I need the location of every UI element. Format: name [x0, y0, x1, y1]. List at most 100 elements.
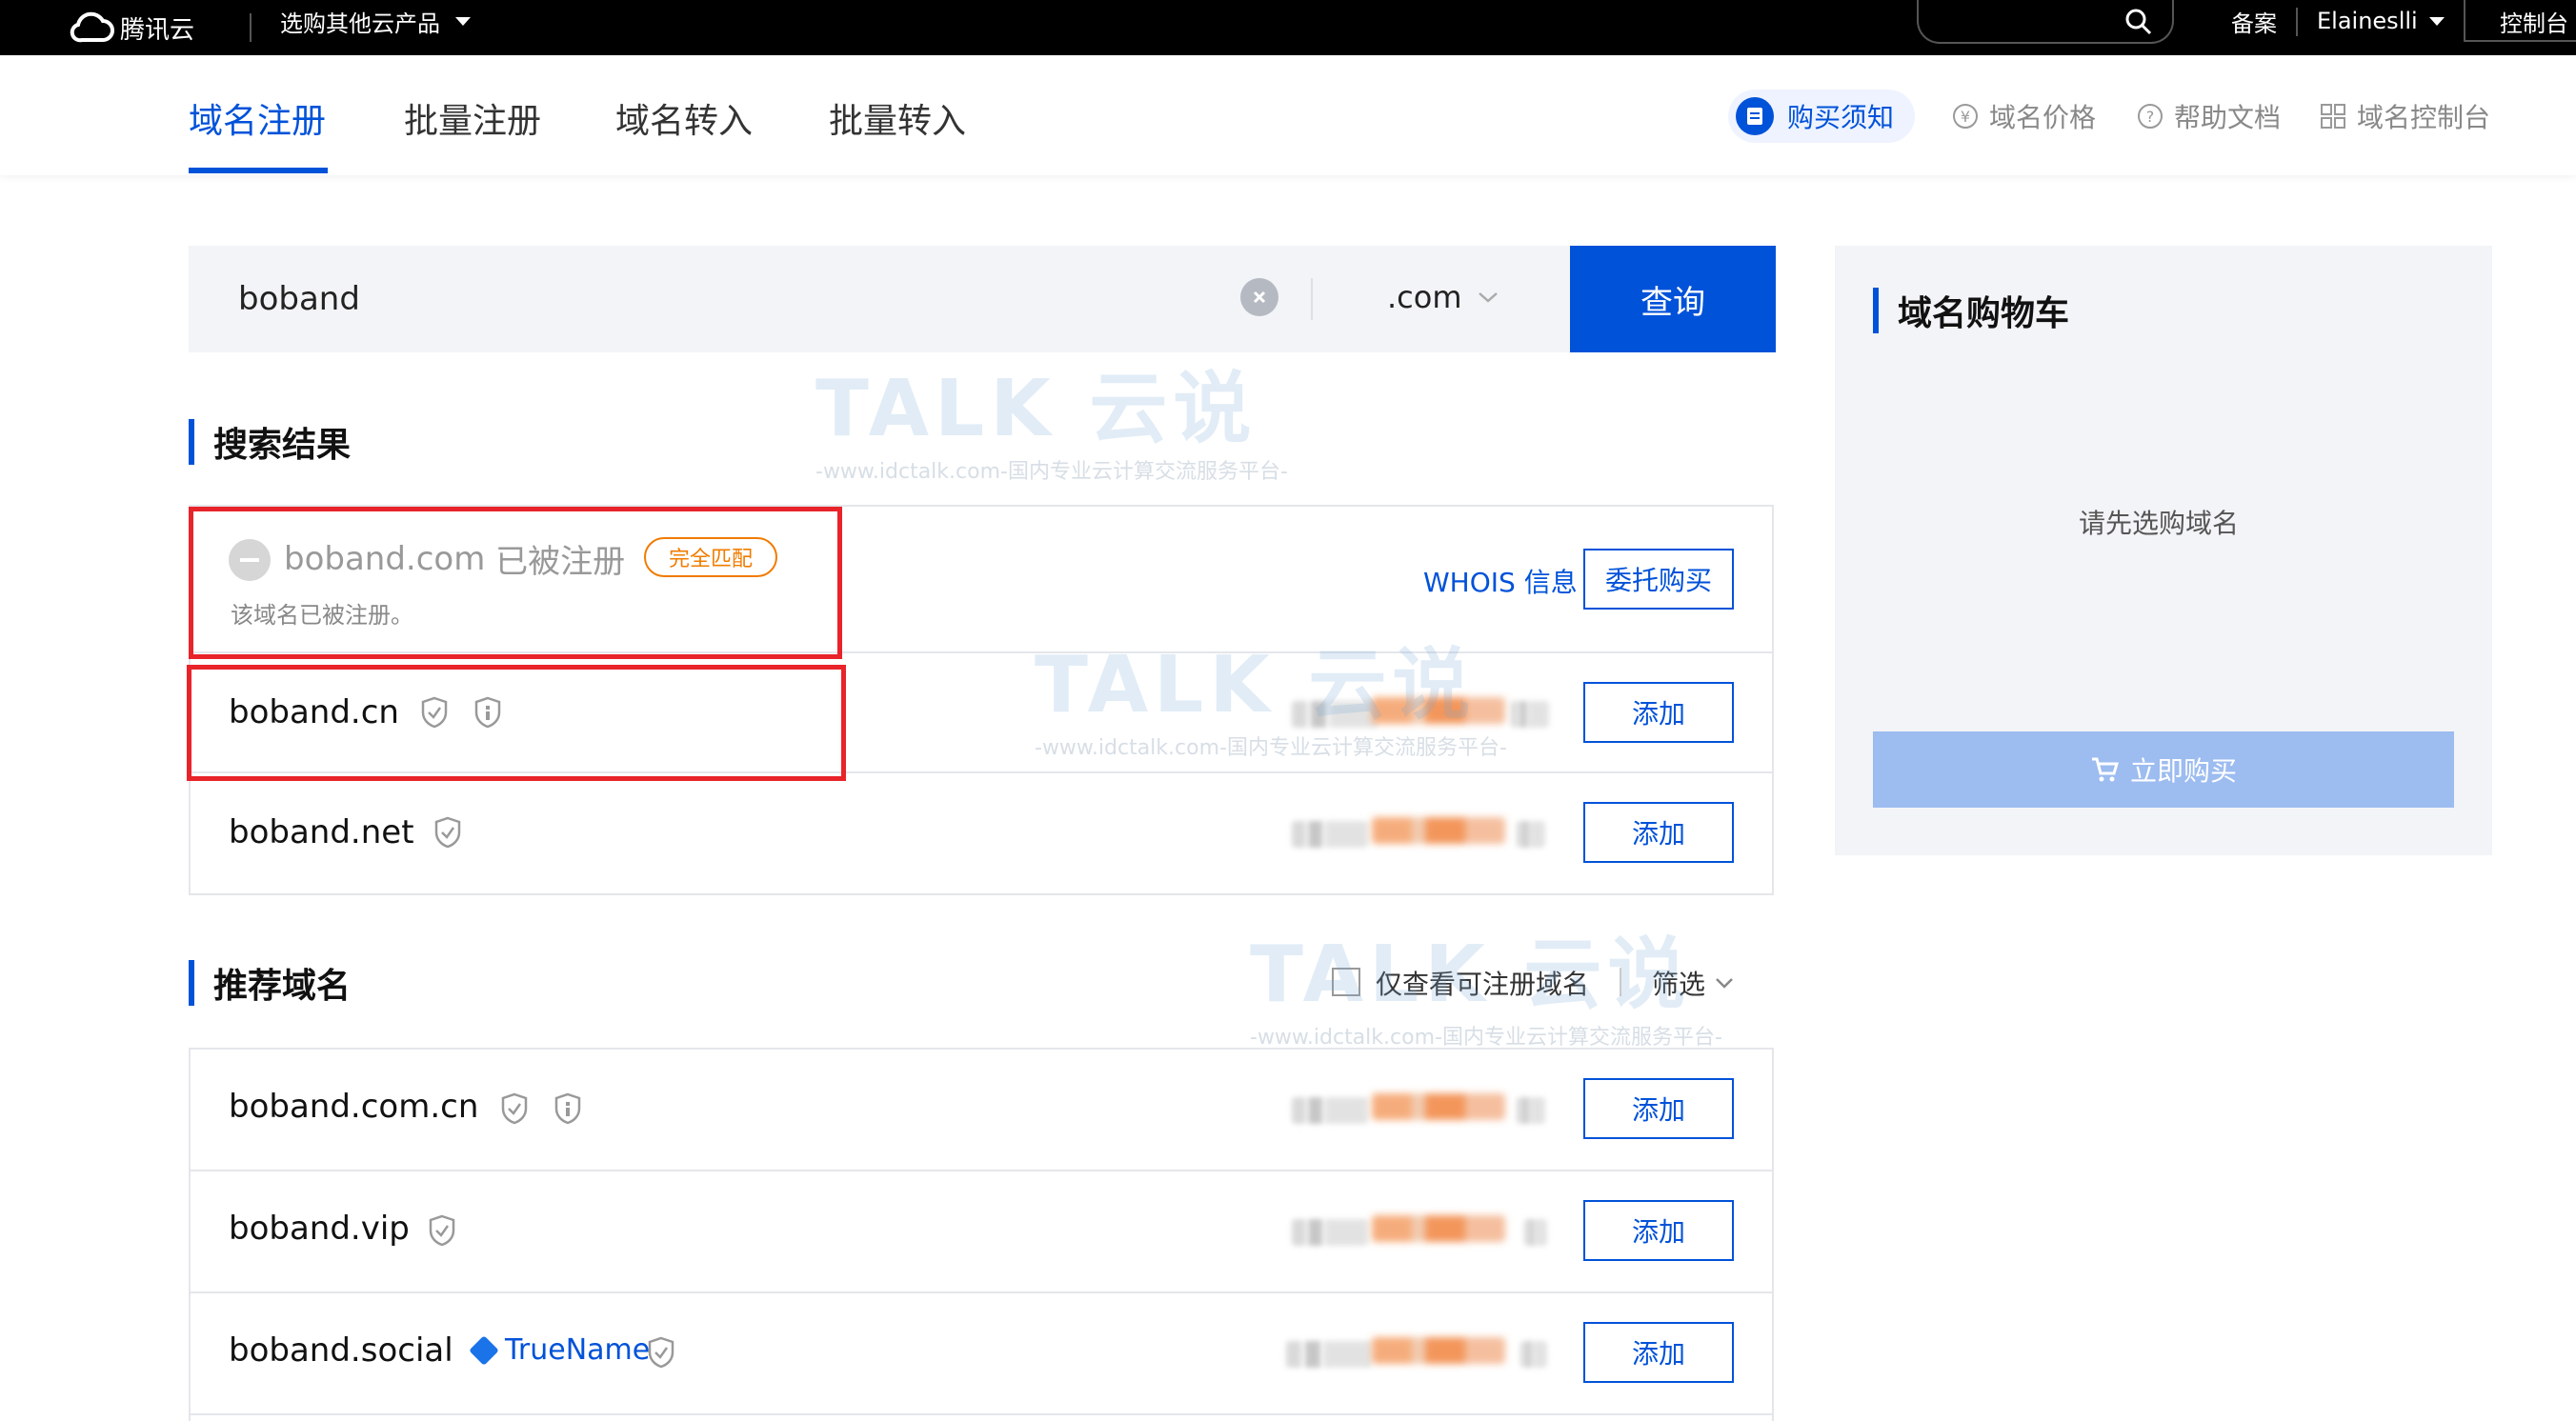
chevron-down-icon: [1478, 292, 1498, 303]
global-search-input[interactable]: [1917, 0, 2174, 44]
top-nav-bar: 腾讯云 选购其他云产品 备案 Elaineslli 控制台: [0, 0, 2576, 55]
row-divider: [191, 1170, 1772, 1171]
tab-batch-transfer[interactable]: 批量转入: [829, 93, 966, 143]
cart-icon: [2091, 757, 2119, 782]
search-icon: [2125, 9, 2152, 35]
available-only-checkbox[interactable]: [1332, 968, 1360, 996]
cloud-logo-icon: [70, 11, 114, 43]
row-divider: [191, 1291, 1772, 1293]
divider: [1311, 278, 1313, 320]
tencent-cloud-logo[interactable]: 腾讯云: [69, 6, 194, 50]
add-button[interactable]: 添加: [1583, 682, 1734, 743]
price-blur: [1292, 1219, 1368, 1246]
title-accent-bar: [189, 960, 194, 1006]
price-blur: [1372, 1337, 1505, 1364]
divider: [250, 13, 252, 42]
truename-logo-icon: [469, 1334, 499, 1366]
chevron-down-icon: [2428, 16, 2445, 26]
buy-now-button[interactable]: 立即购买: [1873, 731, 2454, 808]
price-blur: [1517, 821, 1545, 848]
add-button[interactable]: 添加: [1583, 1200, 1734, 1261]
clear-icon[interactable]: [1240, 278, 1278, 316]
grid-icon: [2321, 104, 2345, 129]
price-blur: [1372, 817, 1505, 844]
whois-link[interactable]: WHOIS 信息: [1423, 562, 1578, 600]
console-link[interactable]: 控制台: [2500, 0, 2568, 42]
recommend-label: 推荐域名: [213, 967, 352, 1006]
highlight-box: [187, 665, 846, 781]
svg-text:?: ?: [2146, 108, 2155, 126]
help-docs-link[interactable]: ? 帮助文档: [2136, 97, 2281, 135]
row-divider: [191, 1413, 1772, 1415]
filing-link[interactable]: 备案: [2231, 0, 2277, 42]
user-menu[interactable]: Elaineslli: [2317, 0, 2445, 42]
notice-label: 购买须知: [1787, 102, 1895, 133]
shield-check-icon: [434, 816, 461, 849]
domain-search-box: boband: [189, 246, 1572, 352]
price-blur: [1511, 701, 1549, 728]
truename-label: TrueName: [505, 1333, 651, 1367]
filter-dropdown[interactable]: 筛选: [1652, 964, 1734, 1002]
tab-domain-register[interactable]: 域名注册: [189, 93, 326, 143]
price-blur: [1517, 1097, 1545, 1124]
purchase-notice-button[interactable]: 购买须知: [1728, 90, 1915, 143]
svg-text:¥: ¥: [1961, 108, 1970, 126]
notice-icon: [1736, 97, 1774, 135]
query-button[interactable]: 查询: [1570, 246, 1776, 352]
divider: [1620, 968, 1621, 996]
domain-search-input[interactable]: boband: [238, 246, 360, 352]
chevron-down-icon: [1716, 978, 1733, 989]
truename-tag: TrueName: [469, 1333, 651, 1367]
tab-domain-transfer[interactable]: 域名转入: [615, 93, 753, 143]
buy-now-label: 立即购买: [2129, 755, 2237, 787]
domain-com-cn: boband.com.cn: [229, 1088, 479, 1126]
shield-check-icon: [429, 1214, 455, 1247]
add-button[interactable]: 添加: [1583, 1322, 1734, 1383]
shield-check-icon: [501, 1092, 528, 1125]
broker-buy-button[interactable]: 委托购买: [1583, 549, 1734, 610]
yen-icon: ¥: [1953, 104, 1978, 129]
price-blur: [1520, 1341, 1547, 1368]
domain-vip: boband.vip: [229, 1210, 410, 1248]
username: Elaineslli: [2317, 8, 2418, 34]
add-button[interactable]: 添加: [1583, 1078, 1734, 1139]
brand-name: 腾讯云: [120, 15, 195, 45]
filter-label: 筛选: [1652, 969, 1706, 1000]
domain-social: boband.social: [229, 1331, 453, 1370]
price-blur: [1286, 1341, 1372, 1368]
products-menu[interactable]: 选购其他云产品: [280, 0, 471, 42]
help-docs-label: 帮助文档: [2174, 102, 2282, 133]
available-only-label: 仅查看可注册域名: [1376, 969, 1590, 1000]
suffix-select[interactable]: .com: [1387, 276, 1499, 318]
price-blur: [1372, 1093, 1505, 1120]
highlight-box: [189, 507, 842, 659]
search-results-title: 搜索结果: [189, 417, 351, 467]
title-accent-bar: [189, 419, 194, 465]
help-icon: ?: [2138, 104, 2163, 129]
price-blur: [1524, 1219, 1547, 1246]
tab-batch-register[interactable]: 批量注册: [404, 93, 541, 143]
divider: [2296, 8, 2298, 36]
active-tab-indicator: [189, 168, 328, 173]
domain-net: boband.net: [229, 813, 414, 851]
recommend-title: 推荐域名: [189, 958, 351, 1008]
cart-title-label: 域名购物车: [1898, 294, 2070, 333]
suffix-value: .com: [1387, 279, 1462, 315]
price-blur: [1372, 1215, 1505, 1242]
price-blur: [1292, 701, 1378, 728]
watermark: TALK 云说 -www.idctalk.com-国内专业云计算交流服务平台-: [815, 364, 1288, 484]
chevron-down-icon: [455, 16, 471, 26]
title-accent-bar: [1873, 288, 1879, 333]
add-button[interactable]: 添加: [1583, 802, 1734, 863]
domain-console-link[interactable]: 域名控制台: [2319, 97, 2490, 135]
price-blur: [1292, 1097, 1368, 1124]
domain-price-link[interactable]: ¥ 域名价格: [1951, 97, 2096, 135]
cart-title: 域名购物车: [1873, 286, 2069, 335]
price-blur: [1372, 697, 1505, 724]
products-menu-label: 选购其他云产品: [280, 10, 440, 37]
shield-check-icon: [648, 1336, 674, 1369]
price-blur: [1292, 821, 1368, 848]
domain-price-label: 域名价格: [1989, 102, 2097, 133]
cart-empty-text: 请先选购域名: [2079, 508, 2240, 539]
domain-console-label: 域名控制台: [2357, 102, 2491, 133]
